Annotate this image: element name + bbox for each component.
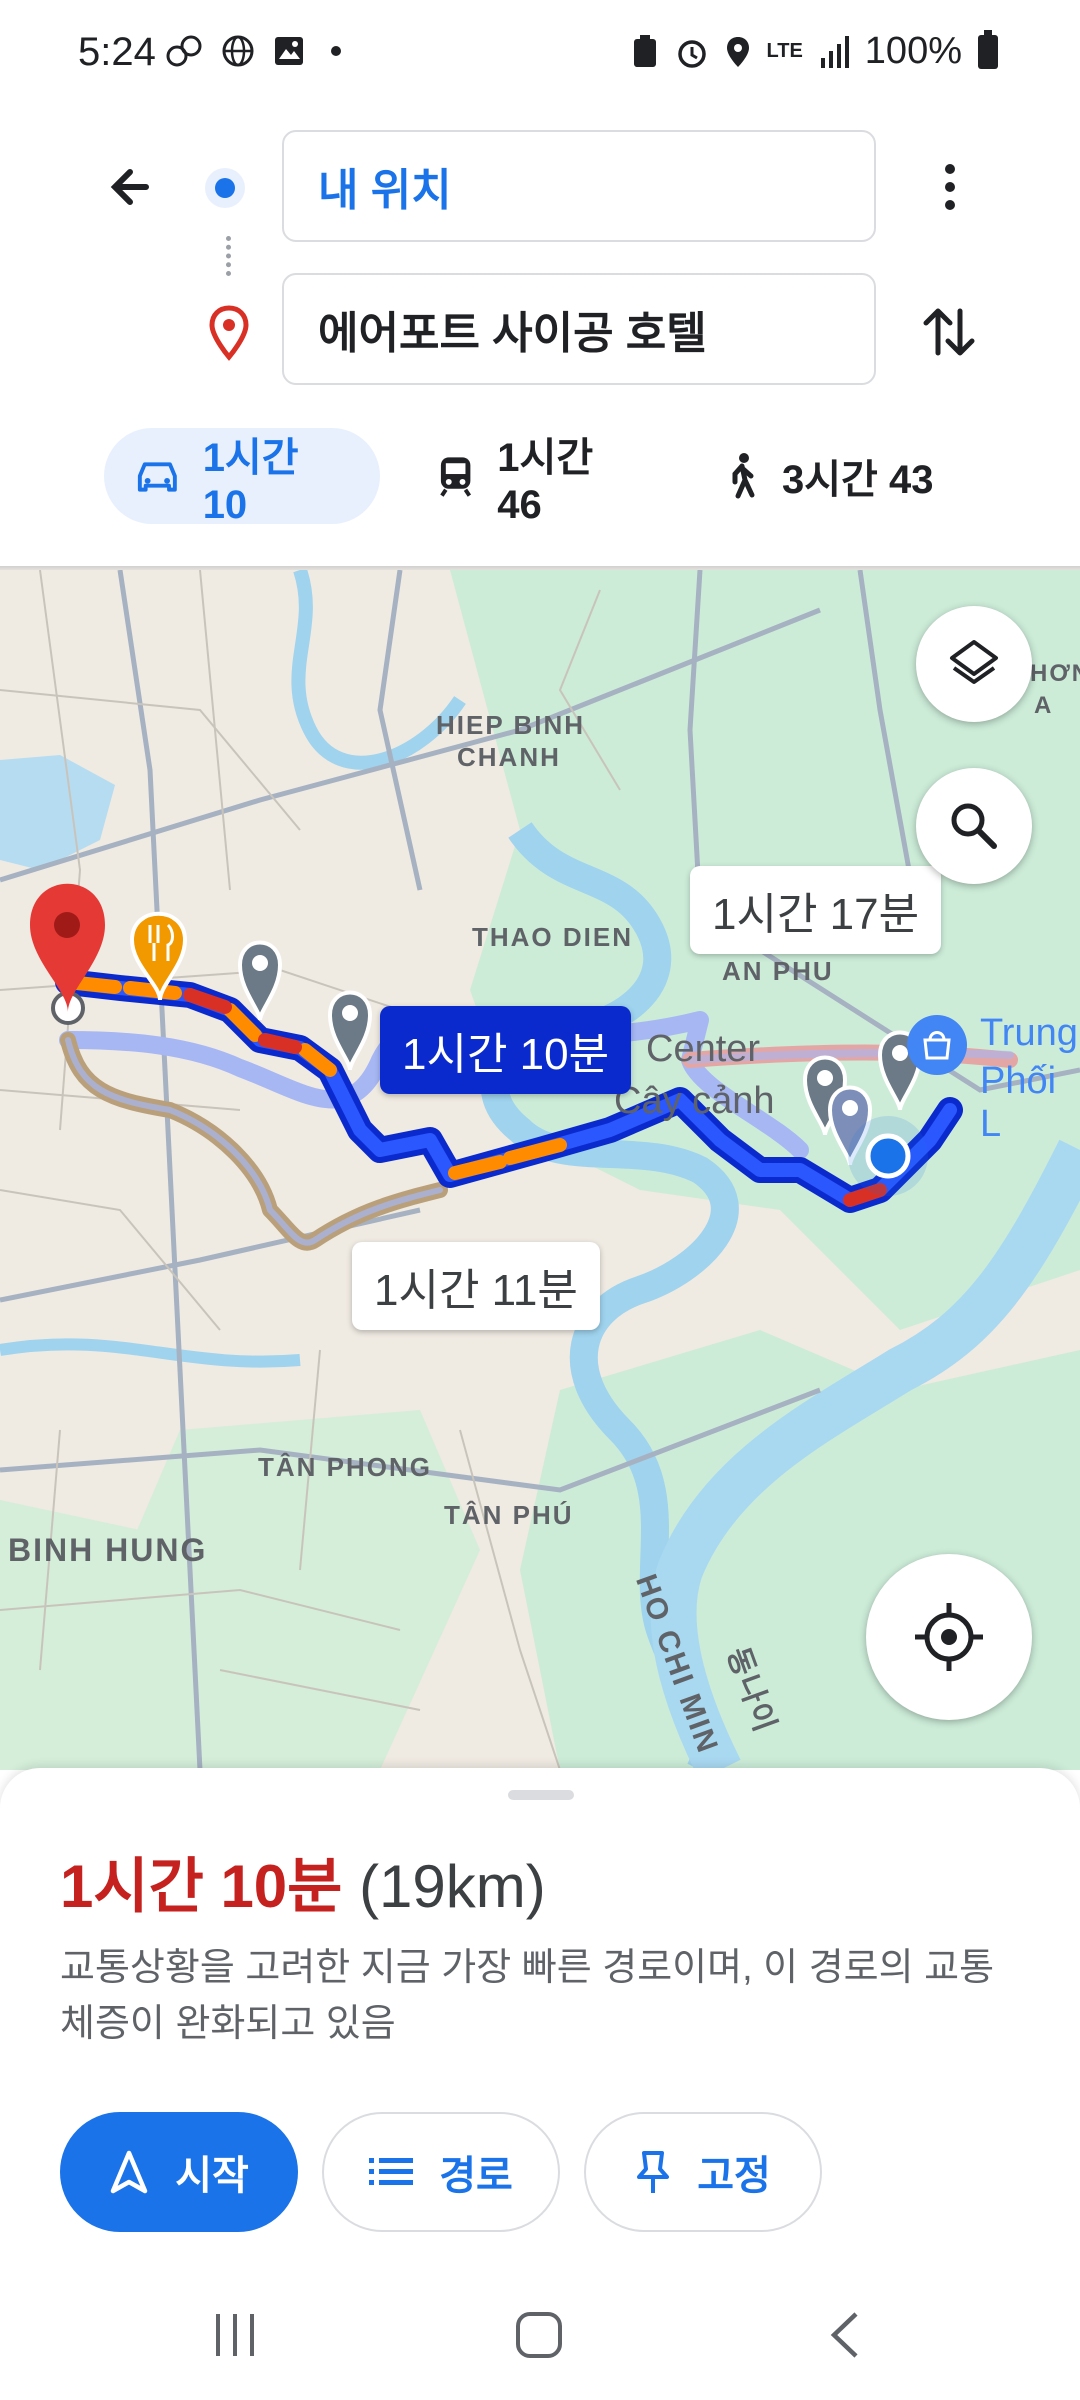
status-system-icons: LTE 100% <box>631 29 998 73</box>
map-label-a: A <box>1034 692 1054 719</box>
status-bar: 5:24 LTE 100% <box>0 0 1080 110</box>
mode-tab-walk[interactable]: 3시간 43 <box>694 428 984 524</box>
layers-button[interactable] <box>916 606 1032 722</box>
back-button[interactable] <box>96 150 170 224</box>
map-view[interactable]: HIEP BINH CHANH THAO DIEN AN PHU Center … <box>0 570 1080 1770</box>
pin-label: 고정 <box>697 2154 771 2198</box>
arrow-back-icon <box>110 169 149 205</box>
signal-icon <box>820 35 849 68</box>
battery-saver-icon <box>633 34 656 67</box>
my-location-button[interactable] <box>866 1554 1032 1720</box>
search-icon <box>951 803 997 849</box>
sheet-drag-handle[interactable] <box>508 1790 574 1800</box>
destination-pin-icon <box>207 305 251 361</box>
mode-tab-transit[interactable]: 1시간 46 <box>406 428 676 527</box>
system-nav-bar <box>0 2270 1080 2400</box>
map-label-thao-dien: THAO DIEN <box>472 922 633 952</box>
navigation-arrow-icon <box>110 2150 148 2194</box>
route-label-alt-1[interactable]: 1시간 17분 <box>690 866 942 954</box>
route-summary: 1시간 10분 (19km) <box>60 1838 546 1925</box>
route-distance: (19km) <box>359 1853 546 1920</box>
battery-icon <box>978 29 998 69</box>
map-label-cay-canh: Cây cảnh <box>614 1080 775 1122</box>
map-label-hon: HƠN <box>1030 660 1080 687</box>
map-label-hiep-binh: HIEP BINH <box>436 710 585 740</box>
notification-dot-icon <box>331 46 341 56</box>
battery-percent: 100% <box>864 30 962 72</box>
origin-input[interactable]: 내 위치 <box>282 130 876 242</box>
search-along-route-button[interactable] <box>916 768 1032 884</box>
mode-transit-label: 1시간 46 <box>497 435 594 527</box>
origin-dot-icon <box>205 168 245 208</box>
route-duration: 1시간 10분 <box>60 1853 343 1920</box>
start-label: 시작 <box>175 2154 249 2198</box>
mode-drive-label: 1시간 10 <box>202 435 299 527</box>
recent-apps-icon[interactable] <box>210 2310 260 2360</box>
more-dot-icon <box>945 182 955 192</box>
map-label-trung: Trung <box>980 1012 1078 1054</box>
more-options-button[interactable] <box>920 150 980 224</box>
map-label-chanh: CHANH <box>457 742 561 772</box>
mode-tab-drive[interactable]: 1시간 10 <box>104 428 380 527</box>
swap-route-button[interactable] <box>912 295 986 369</box>
layers-icon <box>950 640 998 684</box>
route-label-selected[interactable]: 1시간 10분 <box>380 1006 632 1094</box>
route-label-alt-2[interactable]: 1시간 11분 <box>352 1242 600 1330</box>
status-notification-icons <box>165 34 341 68</box>
map-label-center: Center <box>646 1028 761 1070</box>
walk-icon <box>732 453 755 499</box>
route-connector <box>226 236 237 276</box>
map-label-binh-hung: BINH HUNG <box>8 1532 208 1568</box>
mode-walk-label: 3시간 43 <box>782 458 934 502</box>
list-icon <box>369 2158 414 2185</box>
destination-input[interactable]: 에어포트 사이공 호텔 <box>282 273 876 385</box>
map-label-phoi: Phối L <box>980 1060 1057 1145</box>
network-type-label: LTE <box>766 40 803 62</box>
steps-label: 경로 <box>439 2154 513 2198</box>
steps-button[interactable]: 경로 <box>322 2112 560 2232</box>
swap-vertical-icon <box>923 308 975 356</box>
start-navigation-button[interactable]: 시작 <box>60 2112 298 2232</box>
pin-icon <box>637 2151 670 2193</box>
map-label-an-phu: AN PHU <box>722 956 834 986</box>
train-icon <box>440 457 472 497</box>
more-dot-icon <box>945 164 955 174</box>
car-icon <box>137 462 177 492</box>
image-icon <box>275 37 303 65</box>
alarm-icon <box>677 39 706 68</box>
crosshair-icon <box>915 1603 983 1671</box>
route-description: 교통상황을 고려한 지금 가장 빠른 경로이며, 이 경로의 교통체증이 완화되… <box>60 1947 995 2045</box>
status-time: 5:24 <box>78 30 156 74</box>
home-icon[interactable] <box>514 2310 564 2360</box>
back-nav-icon[interactable] <box>822 2310 872 2360</box>
location-icon <box>726 36 749 67</box>
pin-button[interactable]: 고정 <box>584 2112 822 2232</box>
activity-icon <box>166 35 202 67</box>
map-label-tan-phong: TÂN PHONG <box>258 1452 432 1482</box>
globe-icon <box>222 35 254 67</box>
more-dot-icon <box>945 200 955 210</box>
map-label-tan-phu: TÂN PHÚ <box>444 1500 574 1530</box>
